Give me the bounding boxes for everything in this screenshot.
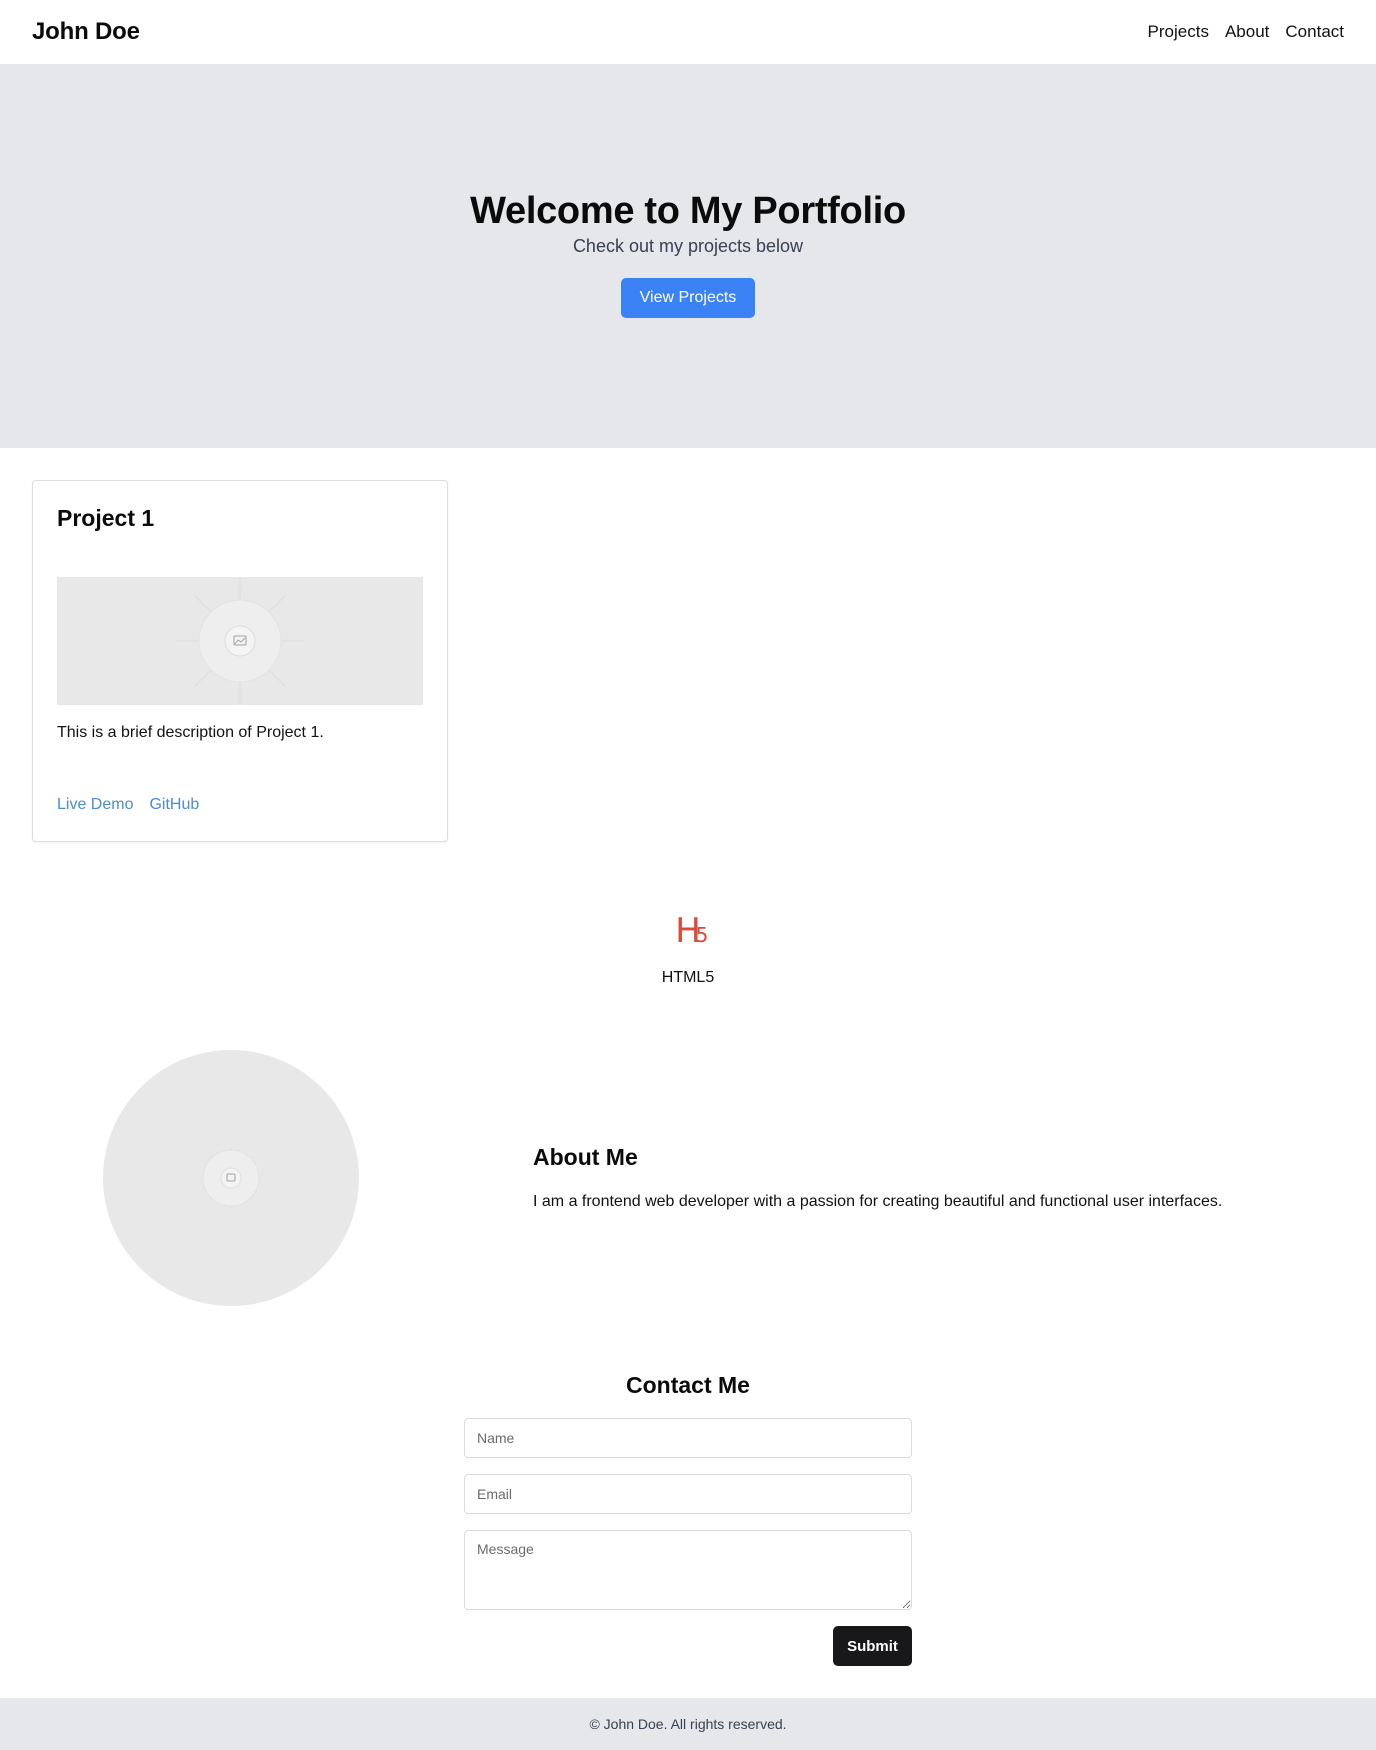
view-projects-button[interactable]: View Projects <box>621 278 755 318</box>
email-field[interactable] <box>464 1474 912 1514</box>
project-image <box>57 577 423 705</box>
nav-link-about[interactable]: About <box>1225 22 1269 42</box>
about-text: I am a frontend web developer with a pas… <box>533 1193 1223 1210</box>
skill-label: HTML5 <box>661 969 715 986</box>
project-card: Project 1 This is a brief description of… <box>32 480 448 842</box>
skill-item: H 5 HTML5 <box>0 906 1376 987</box>
navbar: John Doe Projects About Contact <box>0 0 1376 64</box>
footer-text: © John Doe. All rights reserved. <box>589 1716 787 1732</box>
nav-link-projects[interactable]: Projects <box>1148 22 1209 42</box>
hero-subtitle: Check out my projects below <box>572 236 804 256</box>
about-heading: About Me <box>533 1144 638 1170</box>
project-title: Project 1 <box>57 505 155 531</box>
image-placeholder-icon <box>201 1148 261 1208</box>
project-links: Live Demo GitHub <box>57 796 199 814</box>
brand-name[interactable]: John Doe <box>32 18 140 46</box>
hero-title: Welcome to My Portfolio <box>470 190 906 232</box>
nav-link-contact[interactable]: Contact <box>1285 22 1344 42</box>
message-field[interactable] <box>464 1530 912 1610</box>
contact-heading: Contact Me <box>626 1372 750 1398</box>
submit-button[interactable]: Submit <box>833 1626 912 1666</box>
github-link[interactable]: GitHub <box>149 796 199 814</box>
about-photo <box>103 1050 359 1306</box>
html5-icon: H 5 <box>675 911 709 950</box>
footer: © John Doe. All rights reserved. <box>0 1698 1376 1750</box>
name-field[interactable] <box>464 1418 912 1458</box>
image-placeholder-icon <box>176 577 304 705</box>
project-description: This is a brief description of Project 1… <box>57 724 324 741</box>
nav-links: Projects About Contact <box>1148 22 1344 42</box>
hero-section: Welcome to My Portfolio Check out my pro… <box>0 64 1376 448</box>
svg-text:5: 5 <box>696 923 709 947</box>
live-demo-link[interactable]: Live Demo <box>57 796 133 814</box>
